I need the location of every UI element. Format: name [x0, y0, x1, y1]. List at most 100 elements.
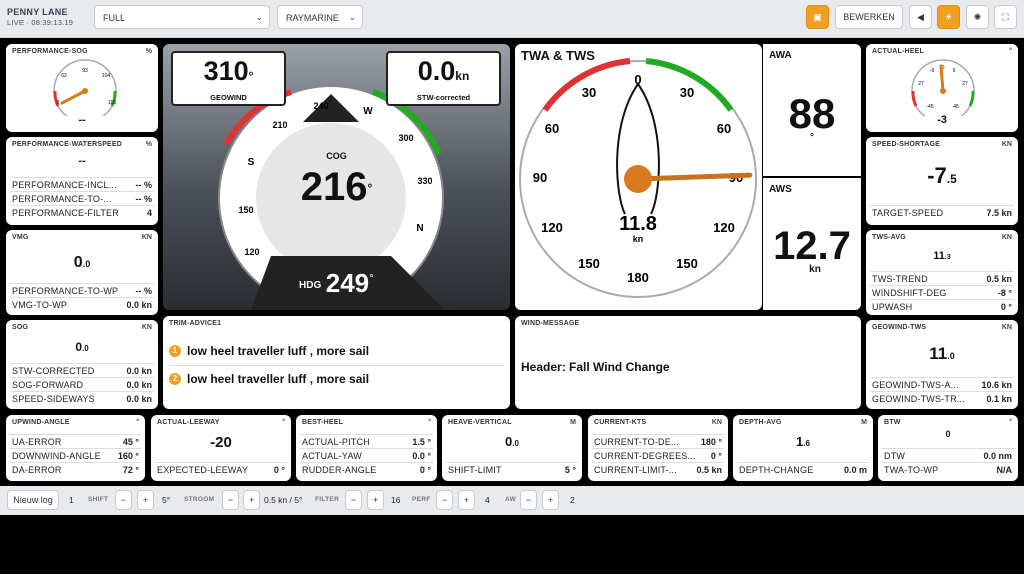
stw-box: 0.0kn STW-corrected: [386, 51, 501, 106]
card-unit: °: [136, 419, 139, 426]
source-select-value: RAYMARINE: [286, 13, 339, 23]
chevron-down-icon: ⌄: [348, 12, 356, 22]
card-performance-waterspeed: PERFORMANCE-WATERSPEED % -- PERFORMANCE-…: [6, 137, 158, 225]
data-row: WINDSHIFT-DEG -8 °: [870, 285, 1014, 299]
compass-label: 300: [398, 133, 413, 143]
card-unit: °: [810, 132, 814, 143]
card-title: ACTUAL-LEEWAY: [157, 419, 220, 426]
filter-plus-button[interactable]: +: [367, 490, 384, 510]
card-best-heel: BEST-HEEL ° ACTUAL-PITCH 1.5 ° ACTUAL-YAW…: [296, 415, 437, 481]
advice-item: 2 low heel traveller luff , more sail: [169, 368, 504, 394]
shift-plus-button[interactable]: +: [137, 490, 154, 510]
shift-minus-button[interactable]: −: [115, 490, 132, 510]
card-value: 0: [945, 429, 951, 439]
card-unit: KN: [141, 324, 152, 331]
data-row: PERFORMANCE-INCL... -- %: [10, 177, 154, 191]
data-row: TWA-TO-WP N/A: [882, 462, 1014, 476]
aw-value: 2: [570, 495, 575, 505]
wind-dial: 0 30 30 60 60 90 90 120 120 150 150 180 …: [519, 58, 757, 298]
card-title: AWA: [769, 50, 792, 61]
brightness-icon: ✺: [973, 12, 982, 22]
top-bar: PENNY LANE LIVE · 08:39:13.19 FULL ⌄ RAYM…: [0, 0, 1024, 38]
chevron-down-icon: ⌄: [255, 12, 263, 22]
brightness-button[interactable]: ✺: [966, 5, 989, 29]
card-unit: kn: [809, 264, 821, 275]
card-actual-heel: ACTUAL-HEEL ° -9 0 9 27 27 -45 45 -3: [866, 44, 1018, 132]
tick-label: 9: [953, 68, 956, 74]
log-value: 1: [69, 495, 74, 505]
wind-label: 0: [634, 72, 641, 87]
card-unit: KN: [1001, 234, 1012, 241]
card-unit: °: [282, 419, 285, 426]
cog-label: COG: [326, 151, 347, 161]
card-value: 11.0: [929, 344, 955, 363]
card-unit: KN: [711, 419, 722, 426]
fullscreen-button[interactable]: ⛶: [994, 5, 1017, 29]
data-row: PERFORMANCE-TO-WP -- %: [10, 283, 154, 297]
card-value: 88: [788, 90, 836, 137]
tick-label: 104: [102, 73, 111, 79]
card-value: -20: [210, 434, 232, 451]
card-title: HEAVE-VERTICAL: [448, 419, 512, 426]
source-select[interactable]: RAYMARINE ⌄: [277, 5, 363, 29]
card-title: UPWIND-ANGLE: [12, 419, 70, 426]
card-sog: SOG KN 0.0 STW-CORRECTED 0.0 kn SOG-FORWA…: [6, 320, 158, 409]
data-row: CURRENT-TO-DE... 180 °: [592, 434, 724, 448]
perf-value: 4: [485, 495, 490, 505]
card-title: PERFORMANCE-WATERSPEED: [12, 141, 123, 148]
brand-name: PENNY LANE: [7, 7, 68, 17]
card-awa: AWA 88 °: [763, 44, 861, 176]
tick-label: 27: [918, 81, 924, 87]
card-value: --: [78, 114, 86, 126]
card-title: TWS-AVG: [872, 234, 906, 241]
perf-plus-button[interactable]: +: [458, 490, 475, 510]
heel-gauge: -9 0 9 27 27 -45 45: [911, 59, 975, 116]
card-unit: KN: [1001, 141, 1012, 148]
data-row: PERFORMANCE-TO-... -- %: [10, 191, 154, 205]
card-unit: °: [428, 419, 431, 426]
aw-minus-button[interactable]: −: [520, 490, 537, 510]
card-title: SPEED-SHORTAGE: [872, 141, 941, 148]
data-row: DOWNWIND-ANGLE 160 °: [10, 448, 141, 462]
data-row: CURRENT-DEGREES... 0 °: [592, 448, 724, 462]
perf-minus-button[interactable]: −: [436, 490, 453, 510]
aw-plus-button[interactable]: +: [542, 490, 559, 510]
card-title: WIND-MESSAGE: [521, 320, 580, 327]
compass-label: 210: [272, 120, 287, 130]
edit-button[interactable]: BEWERKEN: [835, 5, 903, 29]
perf-sog-gauge: 0 62 93 104 115: [53, 59, 117, 116]
stroom-plus-button[interactable]: +: [243, 490, 260, 510]
record-button[interactable]: ▣: [806, 5, 829, 29]
stroom-minus-button[interactable]: −: [222, 490, 239, 510]
data-row: SPEED-SIDEWAYS 0.0 kn: [10, 391, 154, 405]
card-trim-advice: TRIM-ADVICE1 1 low heel traveller luff , …: [163, 316, 510, 409]
compass-label: 120: [244, 247, 259, 257]
brand: PENNY LANE LIVE · 08:39:13.19: [7, 7, 73, 27]
card-unit: °: [1009, 419, 1012, 426]
new-log-button[interactable]: Nieuw log: [7, 490, 59, 510]
layout-select[interactable]: FULL ⌄: [94, 5, 270, 29]
filter-minus-button[interactable]: −: [345, 490, 362, 510]
filter-value: 16: [391, 495, 401, 505]
shift-label: SHIFT: [88, 496, 109, 503]
card-performance-sog: PERFORMANCE-SOG % 0 62 93 104 115 --: [6, 44, 158, 132]
data-row: GEOWIND-TWS-A... 10.6 kn: [870, 377, 1014, 391]
tws-speed: 11.8: [619, 213, 657, 235]
card-btw: BTW ° 0 DTW 0.0 nm TWA-TO-WP N/A: [878, 415, 1018, 481]
record-icon: ▣: [813, 12, 822, 22]
data-row: TARGET-SPEED 7.5 kn: [870, 205, 1014, 219]
card-unit: %: [145, 48, 152, 55]
data-row: DA-ERROR 72 °: [10, 462, 141, 476]
day-mode-button[interactable]: ☀: [937, 5, 960, 29]
card-vmg: VMG KN 0.0 PERFORMANCE-TO-WP -- % VMG-TO-…: [6, 230, 158, 315]
card-unit: M: [570, 419, 576, 426]
data-row: VMG-TO-WP 0.0 kn: [10, 297, 154, 311]
data-row: SOG-FORWARD 0.0 kn: [10, 377, 154, 391]
card-title: VMG: [12, 234, 29, 241]
card-value: --: [78, 155, 86, 167]
geowind-box: 310° GEOWIND: [171, 51, 286, 106]
card-title: BTW: [884, 419, 901, 426]
sound-button[interactable]: ◀: [909, 5, 932, 29]
card-twa-tws: TWA & TWS 0 30 30 60 60 90 90 120 120 15…: [515, 44, 762, 310]
data-row: PERFORMANCE-FILTER 4: [10, 205, 154, 219]
